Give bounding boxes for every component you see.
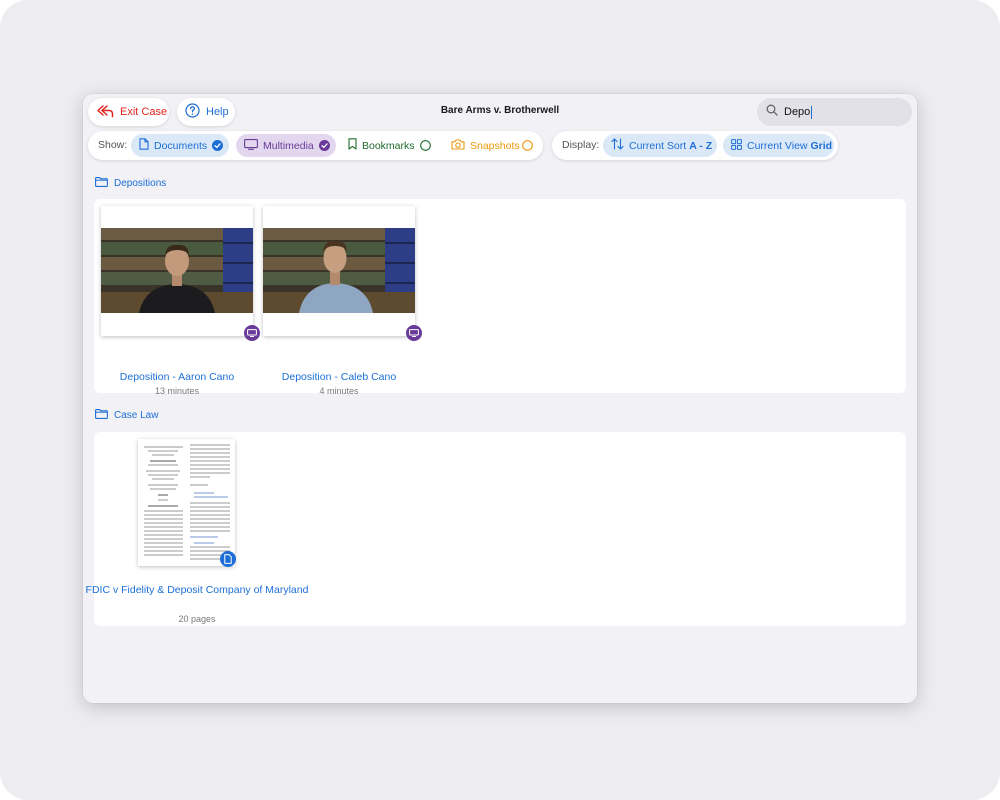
- filter-multimedia-label: Multimedia: [263, 139, 314, 152]
- grid-icon: [731, 138, 742, 153]
- unchecked-circle-icon: [420, 140, 431, 154]
- document-icon: [139, 138, 149, 153]
- unchecked-circle-icon: [522, 140, 533, 154]
- card-title: Deposition - Caleb Cano: [281, 371, 397, 383]
- sort-arrows-icon: [611, 138, 624, 153]
- document-page-image: [138, 439, 235, 566]
- view-value: Grid: [810, 139, 833, 152]
- video-thumbnail: [101, 206, 253, 336]
- section-header-case-law[interactable]: Case Law: [95, 409, 158, 422]
- filter-bookmarks-chip[interactable]: Bookmarks: [340, 134, 437, 157]
- display-options-bar: Display: Current Sort A - Z Current View…: [552, 131, 838, 160]
- video-frame-image: [101, 206, 253, 336]
- section-header-depositions[interactable]: Depositions: [95, 177, 166, 190]
- checked-circle-icon: [319, 140, 330, 154]
- filter-snapshots-label: Snapshots: [470, 139, 520, 152]
- case-law-panel: FDIC v Fidelity & Deposit Company of Mar…: [86, 432, 906, 626]
- section-title: Depositions: [114, 178, 167, 189]
- video-frame-image: [263, 206, 415, 336]
- multimedia-badge-icon: [406, 325, 422, 341]
- sort-value: A - Z: [689, 139, 713, 152]
- search-icon: [766, 103, 778, 121]
- multimedia-badge-icon: [244, 325, 260, 341]
- checked-circle-icon: [212, 140, 223, 154]
- filter-documents-chip[interactable]: Documents: [131, 134, 229, 157]
- view-label: Current View Grid: [747, 140, 832, 152]
- search-value: Depo: [784, 106, 811, 118]
- folder-icon: [95, 409, 108, 422]
- text-caret: [811, 105, 813, 119]
- depositions-panel: Deposition - Aaron Cano 13 minutes Depos…: [94, 199, 906, 396]
- search-field[interactable]: Depo: [757, 98, 912, 126]
- card-subtitle: 20 pages: [178, 614, 216, 624]
- view-button[interactable]: Current View Grid: [723, 134, 834, 157]
- document-thumbnail: [138, 439, 235, 566]
- filter-documents-label: Documents: [154, 139, 208, 152]
- filter-multimedia-chip[interactable]: Multimedia: [236, 134, 336, 157]
- monitor-icon: [244, 138, 258, 153]
- search-input[interactable]: Depo: [784, 105, 813, 119]
- filter-bookmarks-label: Bookmarks: [362, 139, 415, 152]
- filter-snapshots-chip[interactable]: Snapshots: [443, 134, 539, 157]
- view-prefix: Current View: [747, 139, 808, 152]
- folder-icon: [95, 177, 108, 190]
- device-frame: Exit Case Help Bare Arms v. Brotherwell: [0, 0, 1000, 800]
- show-label: Show:: [98, 139, 128, 151]
- show-filter-bar: Show: Documents Multimedia Bookmarks Sna…: [88, 131, 543, 160]
- camera-icon: [451, 138, 465, 153]
- section-title: Case Law: [114, 410, 159, 421]
- document-badge-icon: [220, 551, 236, 567]
- app-window: Exit Case Help Bare Arms v. Brotherwell: [83, 94, 917, 703]
- sort-prefix: Current Sort: [629, 139, 687, 152]
- card-subtitle: 4 minutes: [319, 386, 359, 396]
- bookmark-icon: [348, 138, 357, 153]
- display-label: Display:: [562, 139, 600, 151]
- sort-label: Current Sort A - Z: [629, 140, 712, 152]
- video-thumbnail: [263, 206, 415, 336]
- sort-button[interactable]: Current Sort A - Z: [603, 134, 717, 157]
- card-title: FDIC v Fidelity & Deposit Company of Mar…: [85, 584, 309, 596]
